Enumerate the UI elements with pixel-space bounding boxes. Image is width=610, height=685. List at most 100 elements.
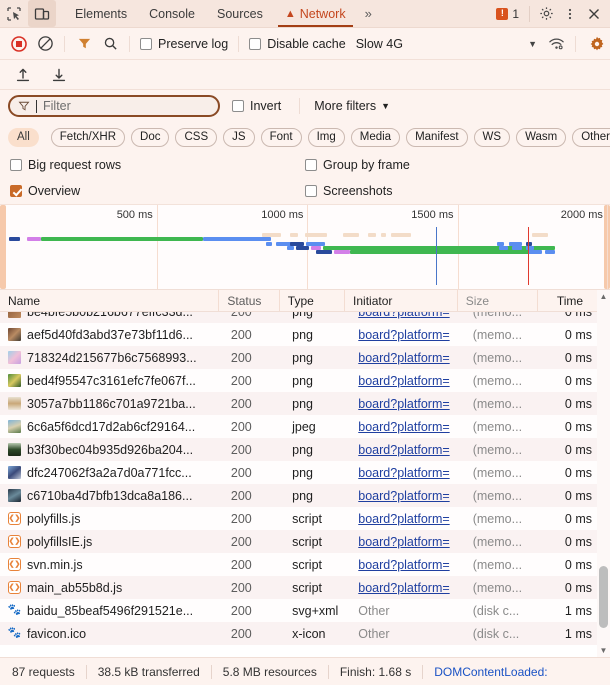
cell-initiator[interactable]: board?platform= (350, 415, 464, 438)
cell-initiator[interactable]: board?platform= (350, 576, 464, 599)
cell-initiator[interactable]: board?platform= (350, 507, 464, 530)
chip-fetch-xhr[interactable]: Fetch/XHR (50, 127, 126, 147)
column-header-name[interactable]: Name (0, 290, 220, 311)
clear-network-log-icon[interactable] (32, 31, 58, 57)
kebab-menu-icon[interactable] (558, 2, 582, 26)
network-conditions-wifi-icon[interactable] (543, 31, 569, 57)
scroll-up-arrow-icon[interactable]: ▲ (597, 290, 610, 303)
column-header-type[interactable]: Type (280, 290, 346, 311)
table-body[interactable]: be4bfe5b0b216b677effc33d... 200 png boar… (0, 312, 610, 657)
column-header-time[interactable]: Time (538, 290, 594, 311)
cell-initiator[interactable]: board?platform= (350, 392, 464, 415)
cell-initiator[interactable]: board?platform= (350, 461, 464, 484)
column-header-size[interactable]: Size (458, 290, 538, 311)
network-settings-gear-icon[interactable] (584, 31, 610, 57)
chip-manifest[interactable]: Manifest (406, 127, 468, 147)
cell-size: (memo... (472, 327, 523, 342)
table-row[interactable]: ❮❯ polyfills.js 200 script board?platfor… (0, 507, 610, 530)
record-stop-icon[interactable] (6, 31, 32, 57)
cell-initiator[interactable]: board?platform= (350, 530, 464, 553)
group-by-frame-checkbox[interactable]: Group by frame (305, 158, 600, 172)
screenshots-checkbox[interactable]: Screenshots (305, 184, 600, 198)
tab-elements[interactable]: Elements (64, 0, 138, 27)
chip-js[interactable]: JS (223, 127, 255, 147)
inspect-element-icon[interactable] (0, 0, 28, 27)
table-row[interactable]: aef5d40fd3abd37e73bf11d6... 200 png boar… (0, 323, 610, 346)
chip-doc[interactable]: Doc (131, 127, 170, 147)
throttling-caret-icon[interactable]: ▼ (528, 39, 537, 49)
scrollbar-thumb[interactable] (599, 566, 608, 628)
table-row[interactable]: 🐾 favicon.ico 200 x-icon Other (disk c..… (0, 622, 610, 645)
chip-img[interactable]: Img (307, 127, 345, 147)
cell-status: 200 (230, 511, 252, 526)
cell-initiator[interactable]: board?platform= (350, 312, 464, 323)
overview-checkbox[interactable]: Overview (10, 184, 305, 198)
table-row[interactable]: 🐾 baidu_85beaf5496f291521e... 200 svg+xm… (0, 599, 610, 622)
disable-cache-checkbox[interactable]: Disable cache (245, 37, 350, 51)
chip-css[interactable]: CSS (175, 127, 218, 147)
checkbox-box (249, 37, 262, 50)
network-overview-timeline[interactable]: 500 ms 1000 ms 1500 ms 2000 ms (0, 205, 610, 290)
cell-type: png (284, 312, 350, 323)
tab-console[interactable]: Console (138, 0, 206, 27)
filter-funnel-icon[interactable] (71, 31, 97, 57)
tab-sources[interactable]: Sources (206, 0, 274, 27)
warning-triangle-icon: ▲ (284, 7, 296, 20)
scroll-down-arrow-icon[interactable]: ▼ (597, 644, 610, 657)
device-toolbar-icon[interactable] (28, 0, 56, 27)
divider (129, 35, 130, 52)
cell-initiator[interactable]: board?platform= (350, 323, 464, 346)
import-har-icon[interactable] (10, 62, 36, 88)
cell-initiator[interactable]: board?platform= (350, 553, 464, 576)
table-row[interactable]: dfc247062f3a2a7d0a771fcc... 200 png boar… (0, 461, 610, 484)
chip-other[interactable]: Other (572, 127, 610, 147)
chip-font[interactable]: Font (260, 127, 302, 147)
vertical-scrollbar[interactable]: ▲ ▼ (597, 290, 610, 657)
column-header-initiator[interactable]: Initiator (345, 290, 458, 311)
close-icon[interactable] (582, 2, 606, 26)
cell-time: 0 ms (564, 373, 592, 388)
table-row[interactable]: 6c6a5f6dcd17d2ab6cf29164... 200 jpeg boa… (0, 415, 610, 438)
more-filters-label: More filters (314, 99, 377, 113)
cell-time: 0 ms (564, 396, 592, 411)
chip-wasm[interactable]: Wasm (516, 127, 567, 147)
cell-time: 0 ms (564, 465, 592, 480)
search-input[interactable]: Filter (8, 95, 220, 117)
cell-initiator[interactable]: board?platform= (350, 438, 464, 461)
cell-initiator[interactable]: board?platform= (350, 346, 464, 369)
chip-media[interactable]: Media (350, 127, 401, 147)
table-row[interactable]: 718324d215677b6c7568993... 200 png board… (0, 346, 610, 369)
issues-badge[interactable]: ! 1 (490, 7, 525, 21)
preserve-log-checkbox[interactable]: Preserve log (136, 37, 232, 51)
cell-initiator[interactable]: board?platform= (350, 484, 464, 507)
script-file-icon: ❮❯ (8, 535, 21, 548)
cell-initiator[interactable]: board?platform= (350, 369, 464, 392)
export-har-icon[interactable] (46, 62, 72, 88)
tab-network[interactable]: ▲ Network (274, 0, 357, 27)
tabbar-actions: ! 1 (490, 0, 610, 27)
table-row[interactable]: bed4f95547c3161efc7fe067f... 200 png boa… (0, 369, 610, 392)
search-icon[interactable] (97, 31, 123, 57)
table-row[interactable]: ❮❯ svn.min.js 200 script board?platform=… (0, 553, 610, 576)
chip-ws[interactable]: WS (473, 127, 511, 147)
more-filters-dropdown[interactable]: More filters ▼ (314, 99, 390, 113)
more-tabs-icon[interactable]: » (357, 0, 380, 27)
cell-time: 0 ms (564, 557, 592, 572)
chip-all[interactable]: All (8, 127, 39, 147)
table-row[interactable]: ❮❯ polyfillsIE.js 200 script board?platf… (0, 530, 610, 553)
table-row[interactable]: b3f30bec04b935d926ba204... 200 png board… (0, 438, 610, 461)
chevron-down-icon: ▼ (381, 101, 391, 111)
table-row[interactable]: c6710ba4d7bfb13dca8a186... 200 png board… (0, 484, 610, 507)
column-header-status[interactable]: Status (219, 290, 280, 311)
throttling-select[interactable]: Slow 4G (356, 37, 403, 51)
cell-size: (memo... (472, 488, 523, 503)
table-row[interactable]: 3057a7bb1186c701a9721ba... 200 png board… (0, 392, 610, 415)
big-request-rows-checkbox[interactable]: Big request rows (10, 158, 305, 172)
text-cursor (36, 99, 37, 113)
table-row[interactable]: be4bfe5b0b216b677effc33d... 200 png boar… (0, 312, 610, 323)
invert-checkbox[interactable]: Invert (228, 99, 285, 113)
cell-name: bed4f95547c3161efc7fe067f... (0, 369, 223, 392)
gear-icon[interactable] (534, 2, 558, 26)
filter-funnel-icon (18, 101, 30, 111)
table-row[interactable]: ❮❯ main_ab55b8d.js 200 script board?plat… (0, 576, 610, 599)
